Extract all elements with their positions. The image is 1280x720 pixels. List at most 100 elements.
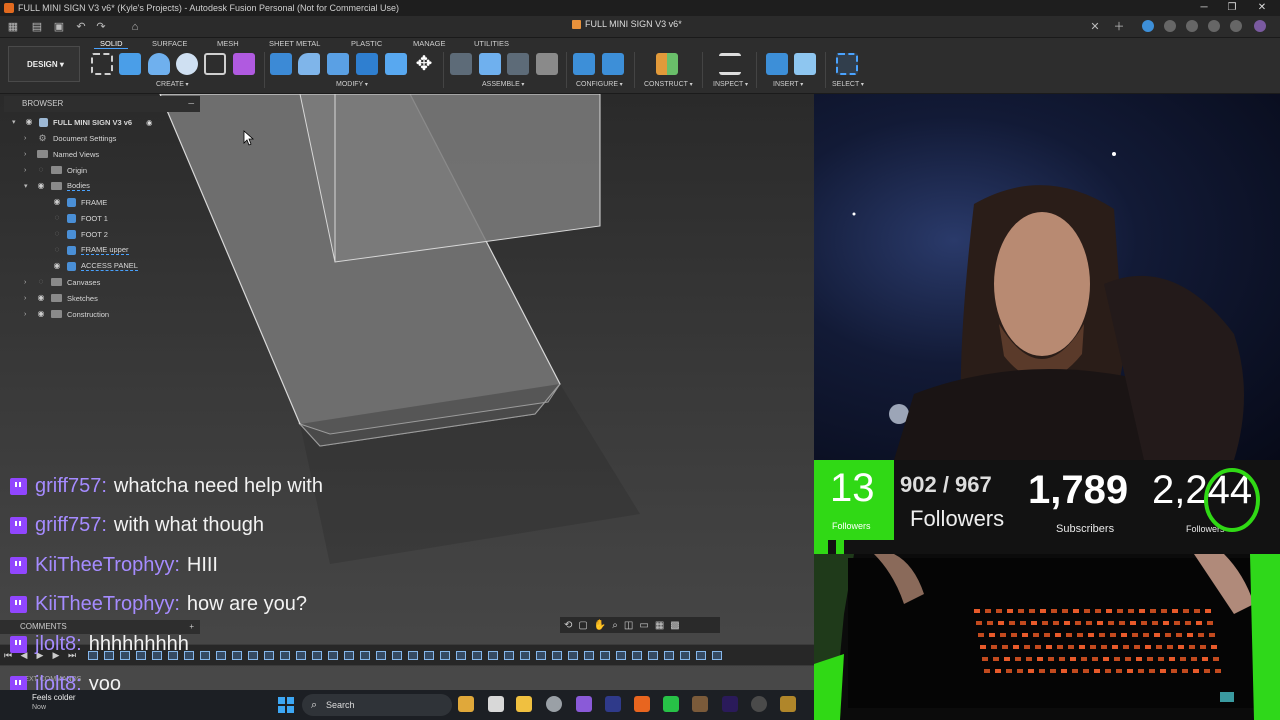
new-tab-icon[interactable]: ＋ <box>1112 20 1126 34</box>
timeline-feature[interactable] <box>296 650 306 660</box>
timeline-feature[interactable] <box>472 650 482 660</box>
as-built-joint-icon[interactable] <box>507 53 529 75</box>
grid-settings-icon[interactable]: ▦ <box>655 620 664 631</box>
visibility-eye-icon[interactable]: ◉ <box>34 294 48 302</box>
timeline-feature[interactable] <box>632 650 642 660</box>
undo-icon[interactable]: ↶ <box>74 20 88 34</box>
timeline-feature[interactable] <box>312 650 322 660</box>
visibility-eye-icon[interactable]: ◉ <box>34 182 48 190</box>
app-icon[interactable] <box>692 696 708 712</box>
tab-solid[interactable]: SOLID <box>100 39 123 48</box>
tree-origin[interactable]: › ◌ Origin <box>24 163 87 177</box>
revolve-icon[interactable] <box>148 53 170 75</box>
timeline-feature[interactable] <box>456 650 466 660</box>
timeline-feature[interactable] <box>200 650 210 660</box>
minimize-icon[interactable]: ─ <box>1190 0 1218 16</box>
timeline-feature[interactable] <box>504 650 514 660</box>
timeline-feature[interactable] <box>376 650 386 660</box>
tab-mesh[interactable]: MESH <box>217 39 239 48</box>
close-icon[interactable]: ✕ <box>1248 0 1276 16</box>
tree-body-foot-1[interactable]: ◌ FOOT 1 <box>50 211 108 225</box>
tree-bodies[interactable]: ▾ ◉ Bodies <box>24 179 90 193</box>
timeline-feature[interactable] <box>328 650 338 660</box>
pattern-icon[interactable] <box>204 53 226 75</box>
timeline-feature[interactable] <box>424 650 434 660</box>
premiere-icon[interactable] <box>722 696 738 712</box>
hidden-eye-icon[interactable]: ◌ <box>50 214 64 222</box>
new-component-icon[interactable] <box>479 53 501 75</box>
chamfer-icon[interactable] <box>327 53 349 75</box>
start-button[interactable] <box>278 697 294 713</box>
tree-body-frame-upper[interactable]: ◌ FRAME upper <box>50 243 129 257</box>
orbit-icon[interactable]: ⟲ <box>564 620 572 631</box>
task-view-icon[interactable] <box>488 696 504 712</box>
tree-body-frame[interactable]: ◉ FRAME <box>50 195 107 209</box>
extrude-icon[interactable] <box>119 53 141 75</box>
hidden-eye-icon[interactable]: ◌ <box>34 278 48 286</box>
visibility-eye-icon[interactable]: ◉ <box>50 262 64 270</box>
grid-menu-icon[interactable]: ▦ <box>6 20 20 34</box>
timeline-feature[interactable] <box>536 650 546 660</box>
expand-arrow-icon[interactable]: › <box>24 295 34 302</box>
configure-icon[interactable] <box>573 53 595 75</box>
press-pull-icon[interactable] <box>270 53 292 75</box>
tab-plastic[interactable]: PLASTIC <box>351 39 382 48</box>
assemble-menu[interactable]: ASSEMBLE <box>482 81 524 88</box>
timeline-feature[interactable] <box>360 650 370 660</box>
tree-body-foot-2[interactable]: ◌ FOOT 2 <box>50 227 108 241</box>
expand-arrow-icon[interactable]: ▾ <box>24 182 34 190</box>
offset-plane-icon[interactable] <box>656 53 678 75</box>
add-comment-icon[interactable]: + <box>189 620 194 634</box>
workspace-switcher[interactable]: DESIGN ▾ <box>8 46 80 82</box>
timeline-feature[interactable] <box>712 650 722 660</box>
timeline-feature[interactable] <box>648 650 658 660</box>
browser-header[interactable]: BROWSER ─ <box>4 96 200 112</box>
expand-arrow-icon[interactable]: › <box>24 167 34 174</box>
timeline-feature[interactable] <box>232 650 242 660</box>
timeline-feature[interactable] <box>696 650 706 660</box>
timeline-feature[interactable] <box>408 650 418 660</box>
shell-icon[interactable] <box>356 53 378 75</box>
insert-derive-icon[interactable] <box>766 53 788 75</box>
rigid-group-icon[interactable] <box>536 53 558 75</box>
tab-manage[interactable]: MANAGE <box>413 39 446 48</box>
pan-icon[interactable]: ✋ <box>594 620 606 631</box>
green-app-icon[interactable] <box>663 696 679 712</box>
visual-studio-icon[interactable] <box>576 696 592 712</box>
create-menu[interactable]: CREATE <box>156 81 189 88</box>
tab-utilities[interactable]: UTILITIES <box>474 39 509 48</box>
tree-body-access-panel[interactable]: ◉ ACCESS PANEL <box>50 259 138 273</box>
job-status-icon[interactable] <box>1142 20 1154 32</box>
move-icon[interactable]: ✥ <box>413 53 435 75</box>
construct-menu[interactable]: CONSTRUCT <box>644 81 693 88</box>
timeline-feature[interactable] <box>216 650 226 660</box>
timeline-feature[interactable] <box>616 650 626 660</box>
combine-icon[interactable] <box>385 53 407 75</box>
expand-arrow-icon[interactable]: › <box>24 151 34 158</box>
timeline-feature[interactable] <box>264 650 274 660</box>
timeline-feature[interactable] <box>520 650 530 660</box>
create-sketch-icon[interactable] <box>91 53 113 75</box>
timeline-feature[interactable] <box>248 650 258 660</box>
visibility-eye-icon[interactable]: ◉ <box>22 118 36 126</box>
redo-icon[interactable]: ↷ <box>94 20 108 34</box>
tree-document-settings[interactable]: › ⚙ Document Settings <box>24 131 116 145</box>
tab-surface[interactable]: SURFACE <box>152 39 187 48</box>
collapse-icon[interactable]: ─ <box>188 96 194 112</box>
tab-sheet-metal[interactable]: SHEET METAL <box>269 39 320 48</box>
timeline-feature[interactable] <box>440 650 450 660</box>
timeline-feature[interactable] <box>680 650 690 660</box>
tree-construction[interactable]: › ◉ Construction <box>24 307 109 321</box>
look-at-icon[interactable]: ▢ <box>578 620 587 631</box>
kicad-icon[interactable] <box>605 696 621 712</box>
timeline-feature[interactable] <box>584 650 594 660</box>
expand-arrow-icon[interactable]: › <box>24 311 34 318</box>
widgets-icon[interactable] <box>458 696 474 712</box>
obs-icon[interactable] <box>751 696 767 712</box>
timeline-feature[interactable] <box>600 650 610 660</box>
activate-radio-icon[interactable]: ◉ <box>146 118 153 127</box>
inspect-menu[interactable]: INSPECT <box>713 81 748 88</box>
timeline-feature[interactable] <box>392 650 402 660</box>
tree-canvases[interactable]: › ◌ Canvases <box>24 275 100 289</box>
configure-menu[interactable]: CONFIGURE <box>576 81 623 88</box>
